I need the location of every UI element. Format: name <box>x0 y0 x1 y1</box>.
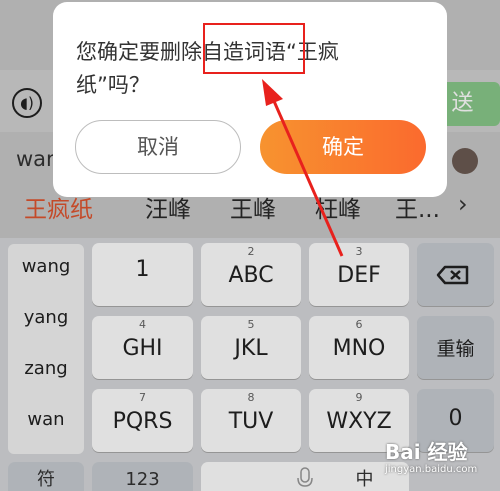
annotation-arrow-icon <box>262 79 344 257</box>
watermark-logo: Bai 经验 <box>385 440 468 464</box>
watermark-url: jingyan.baidu.com <box>385 464 478 475</box>
baidu-watermark: Bai 经验 jingyan.baidu.com <box>385 436 497 486</box>
